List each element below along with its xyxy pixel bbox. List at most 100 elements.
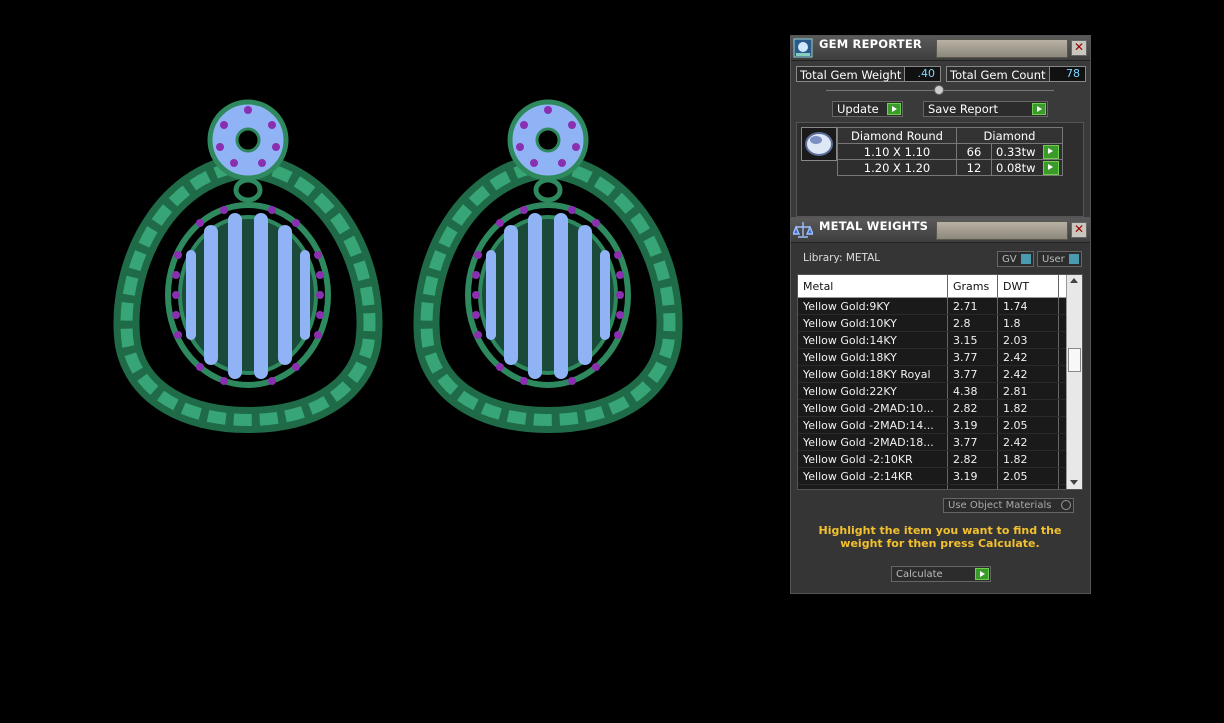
metal-list[interactable]: Metal Grams DWT Yellow Gold:9KY 2.71 1.74 Y… [797,274,1083,490]
metal-grams: 3.77 [947,348,998,366]
metal-row[interactable]: Yellow Gold:18KY Royal 3.77 2.42 [798,365,1070,383]
hint-text: Highlight the item you want to find the … [818,524,1062,550]
metal-grams: 3.19 [947,467,998,485]
close-icon[interactable]: ✕ [1071,40,1087,56]
metal-grams: 4.38 [947,382,998,400]
metal-grams: 3.77 [947,433,998,451]
gem-table-area: Diamond Round Diamond 1.10 X 1.10 66 0.3… [796,122,1084,217]
gem-reporter-title: GEM REPORTER [819,37,922,51]
titlebar-grip [936,39,1068,58]
save-report-label: Save Report [928,102,999,116]
library-label: Library: METAL [803,252,881,264]
metal-row[interactable]: Yellow Gold -2MAD:18... 3.77 2.42 [798,433,1070,451]
scroll-thumb[interactable] [1068,348,1081,372]
gem-table-row[interactable]: 1.20 X 1.20 12 0.08tw [837,159,1063,176]
column-header[interactable]: Metal [798,275,948,298]
play-icon [1032,103,1046,115]
scroll-up-icon[interactable] [1070,278,1078,283]
play-icon[interactable] [1043,161,1059,175]
play-icon [975,568,989,580]
metal-weights-title: METAL WEIGHTS [819,219,929,233]
metal-name: Yellow Gold:14KY [798,331,948,349]
gem-count: 12 [956,159,992,176]
gem-table-header: Diamond [956,127,1063,144]
gv-toggle[interactable]: GV [997,251,1034,267]
column-header[interactable]: DWT [997,275,1059,298]
metal-row[interactable]: Yellow Gold:18KY 3.77 2.42 [798,348,1070,366]
play-icon [887,103,901,115]
use-object-materials-label: Use Object Materials [948,500,1052,511]
scale-icon [793,222,813,238]
gem-reporter-titlebar[interactable]: GEM REPORTER ✕ [791,36,1090,61]
user-toggle[interactable]: User [1037,251,1082,267]
metal-dwt: 1.82 [997,450,1059,468]
metal-name: Yellow Gold:10KY [798,314,948,332]
scroll-down-icon[interactable] [1070,480,1078,485]
metal-name: Yellow Gold -2MAD:14... [798,416,948,434]
metal-row[interactable]: Yellow Gold:10KY 2.8 1.8 [798,314,1070,332]
earring-right [427,102,670,420]
metal-row[interactable]: Yellow Gold:9KY 2.71 1.74 [798,297,1070,315]
total-gem-weight-value: .40 [904,67,940,81]
metal-row[interactable]: Yellow Gold -2MAD:14... 3.19 2.05 [798,416,1070,434]
metal-name: Yellow Gold -2:14KR [798,467,948,485]
total-gem-count-label: Total Gem Count [950,68,1046,82]
metal-name: Yellow Gold -2MAD:10... [798,399,948,417]
metal-dwt: 2.05 [997,416,1059,434]
gem-reporter-panel: GEM REPORTER ✕ Total Gem Weight .40 Tota… [790,35,1091,218]
metal-dwt: 1.82 [997,399,1059,417]
gem-reporter-icon [793,38,813,58]
metal-dwt: 2.42 [997,348,1059,366]
toggle-indicator-icon [1021,254,1031,264]
metal-name: Yellow Gold -2:18KR [798,484,948,489]
metal-dwt: 2.42 [997,365,1059,383]
metal-row[interactable]: Yellow Gold:22KY 4.38 2.81 [798,382,1070,400]
slider-handle[interactable] [934,85,944,95]
metal-weights-panel: METAL WEIGHTS ✕ Library: METAL GV User M… [790,217,1091,594]
metal-grams: 3.19 [947,416,998,434]
calculate-button[interactable]: Calculate [891,566,991,582]
scrollbar[interactable] [1066,275,1082,489]
metal-table-header: Metal Grams DWT [798,275,1070,298]
gem-count: 66 [956,143,992,160]
metal-table: Metal Grams DWT Yellow Gold:9KY 2.71 1.74 Y… [798,275,1070,489]
update-button[interactable]: Update [832,101,903,117]
titlebar-grip [936,221,1068,240]
use-object-materials-button[interactable]: Use Object Materials [943,498,1074,513]
gem-table-header: Diamond Round [837,127,957,144]
column-header[interactable]: Grams [947,275,998,298]
gem-table: Diamond Round Diamond 1.10 X 1.10 66 0.3… [837,127,1063,176]
metal-row[interactable]: Yellow Gold -2:14KR 3.19 2.05 [798,467,1070,485]
metal-name: Yellow Gold:9KY [798,297,948,315]
metal-grams: 2.82 [947,450,998,468]
metal-row[interactable]: Yellow Gold -2:18KR3.772.42 [798,484,1070,489]
metal-row[interactable]: Yellow Gold -2MAD:10... 2.82 1.82 [798,399,1070,417]
3d-viewport[interactable] [0,0,780,720]
total-gem-count-value: 78 [1049,67,1085,81]
total-gem-weight-field: Total Gem Weight .40 [796,66,941,82]
save-report-button[interactable]: Save Report [923,101,1048,117]
diamond-round-icon [805,132,833,156]
metal-grams: 3.77 [947,365,998,383]
metal-row[interactable]: Yellow Gold -2:10KR 2.82 1.82 [798,450,1070,468]
metal-grams: 3.77 [947,484,998,489]
metal-weights-titlebar[interactable]: METAL WEIGHTS ✕ [791,218,1090,243]
play-icon[interactable] [1043,145,1059,159]
gem-table-row[interactable]: 1.10 X 1.10 66 0.33tw [837,143,1063,160]
metal-name: Yellow Gold:18KY Royal [798,365,948,383]
metal-grams: 2.8 [947,314,998,332]
metal-dwt: 2.03 [997,331,1059,349]
metal-dwt: 1.8 [997,314,1059,332]
diamond-thumbnail[interactable] [801,127,837,161]
gem-weight: 0.08tw [996,160,1036,175]
user-label: User [1042,254,1065,265]
metal-row[interactable]: Yellow Gold:14KY 3.15 2.03 [798,331,1070,349]
metal-name: Yellow Gold -2:10KR [798,450,948,468]
toggle-indicator-icon [1069,254,1079,264]
total-gem-weight-label: Total Gem Weight [800,68,902,82]
settings-icon [1061,500,1071,510]
metal-grams: 2.71 [947,297,998,315]
close-icon[interactable]: ✕ [1071,222,1087,238]
calculate-label: Calculate [896,569,943,580]
gem-size: 1.10 X 1.10 [837,143,957,160]
